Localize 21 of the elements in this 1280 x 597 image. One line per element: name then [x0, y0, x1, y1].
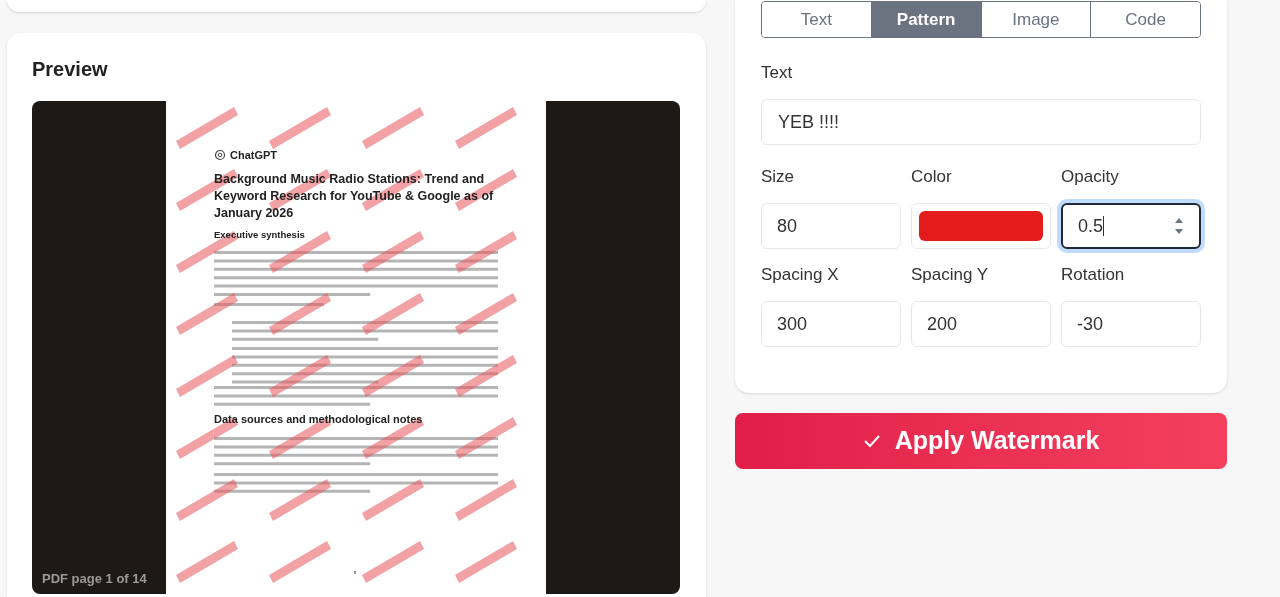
tab[interactable]: Code	[1090, 2, 1200, 37]
field-label: Spacing X	[761, 264, 840, 286]
number-input[interactable]: -30	[1061, 301, 1201, 347]
field-label: Rotation	[1061, 264, 1126, 286]
field-label: Spacing Y	[911, 264, 990, 286]
preview-title: Preview	[32, 57, 109, 82]
apply-watermark-button[interactable]: Apply Watermark	[735, 413, 1227, 469]
section-heading: Data sources and methodological notes	[214, 412, 423, 426]
field-label: Color	[911, 166, 953, 188]
number-input[interactable]: 300	[761, 301, 901, 347]
page-label: PDF page 1 of 14	[42, 569, 147, 588]
section-heading: Executive synthesis	[214, 228, 305, 242]
document-title: Background Music Radio Stations: Trend and Keyword Research for YouTube & Google as of January 2026	[214, 171, 495, 222]
field-label: Text	[761, 62, 794, 84]
tab[interactable]: Pattern	[870, 2, 981, 37]
field-label: Size	[761, 166, 796, 188]
number-input[interactable]: 200	[911, 301, 1051, 347]
number-input[interactable]: 80	[761, 203, 901, 249]
text-input[interactable]: YEB !!!!	[761, 99, 1201, 145]
field-label: Opacity	[1061, 166, 1120, 188]
brand-name: ChatGPT	[230, 149, 278, 161]
